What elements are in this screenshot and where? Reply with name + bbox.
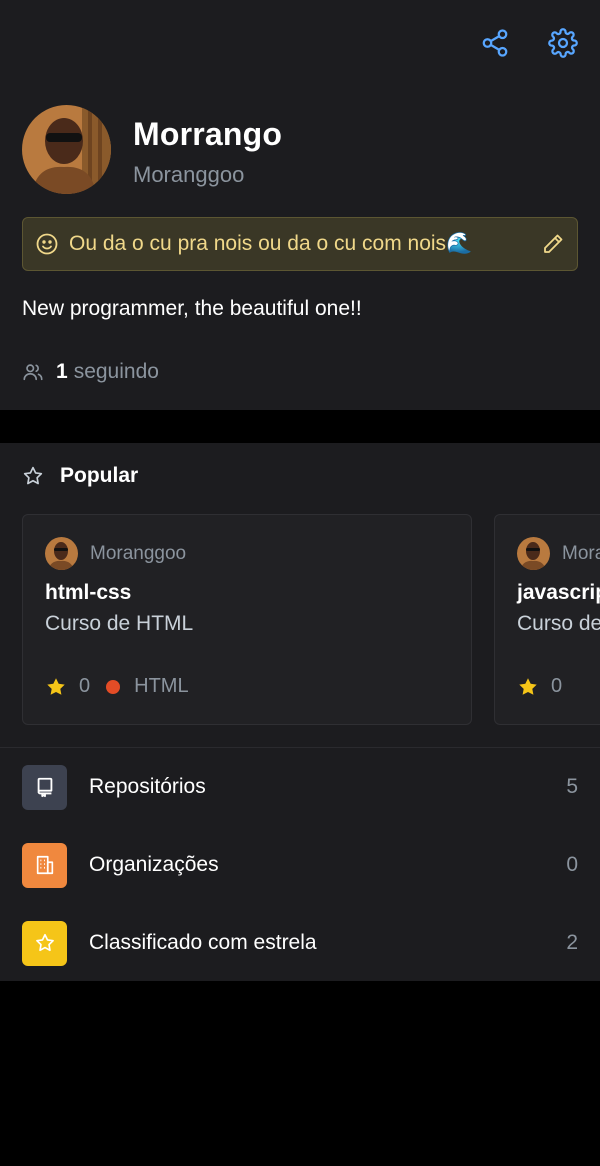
- menu-icon-box: [22, 764, 67, 810]
- share-button[interactable]: [478, 26, 512, 60]
- repo-name: html-css: [45, 581, 132, 604]
- owner-name: Moranggoo: [90, 542, 187, 564]
- repo-card[interactable]: Moranggoo html-css Curso de HTML 0 HTML: [22, 514, 472, 725]
- repo-icon: [37, 777, 52, 798]
- people-icon: [23, 364, 43, 381]
- repo-description: Curso de HTML: [45, 612, 194, 635]
- language-dot: [106, 679, 121, 694]
- star-filled-icon: [47, 677, 65, 695]
- menu-label: Classificado com estrela: [89, 931, 317, 954]
- avatar-image: [22, 105, 111, 194]
- top-actions: [478, 26, 580, 60]
- profile-login: Moranggoo: [133, 162, 245, 187]
- repo-meta: 0 HTML: [45, 675, 189, 698]
- repo-meta: 0: [517, 675, 578, 698]
- profile-header: Morrango Moranggoo Ou da o cu pra nois o…: [0, 0, 600, 410]
- share-icon: [482, 29, 508, 57]
- star-outline-icon: [23, 466, 43, 485]
- menu-item-repositories[interactable]: Repositórios 5: [0, 748, 600, 826]
- repo-description: Curso de JavaScript: [517, 612, 600, 635]
- following-count: 1: [56, 360, 68, 383]
- following-link[interactable]: 1 seguindo: [22, 360, 159, 384]
- repo-card[interactable]: Moranggoo javascript Curso de JavaScript…: [494, 514, 600, 725]
- menu-count: 0: [566, 853, 578, 876]
- popular-section: Popular Moranggoo html-css Curso de HTML…: [0, 443, 600, 981]
- star-count: 0: [551, 675, 563, 697]
- repo-owner: Moranggoo: [45, 537, 186, 570]
- language-label: HTML: [134, 675, 189, 697]
- repo-owner: Moranggoo: [517, 537, 600, 570]
- smiley-icon: [36, 233, 58, 255]
- menu-count: 2: [566, 931, 578, 954]
- profile-avatar[interactable]: [22, 105, 111, 194]
- status-box[interactable]: Ou da o cu pra nois ou da o cu com nois🌊: [22, 217, 578, 271]
- pencil-icon[interactable]: [541, 232, 565, 256]
- menu-item-starred[interactable]: Classificado com estrela 2: [0, 904, 600, 981]
- menu-item-organizations[interactable]: Organizações 0: [0, 826, 600, 904]
- star-count: 0: [79, 675, 91, 697]
- menu-label: Organizações: [89, 853, 219, 876]
- profile-bio: New programmer, the beautiful one!!: [22, 297, 362, 320]
- star-icon: [35, 933, 54, 952]
- settings-button[interactable]: [546, 26, 580, 60]
- organization-icon: [36, 855, 53, 875]
- owner-avatar: [45, 537, 78, 570]
- gear-icon: [548, 28, 578, 58]
- following-label: seguindo: [73, 360, 159, 383]
- popular-header: Popular: [22, 464, 138, 488]
- profile-name: Morrango: [133, 116, 283, 152]
- repo-name: javascript: [517, 581, 600, 604]
- star-filled-icon: [519, 677, 537, 695]
- status-text: Ou da o cu pra nois ou da o cu com nois🌊: [69, 232, 473, 255]
- menu-icon-box: [22, 920, 67, 966]
- popular-title: Popular: [60, 464, 139, 487]
- menu-icon-box: [22, 842, 67, 888]
- owner-name: Moranggoo: [562, 542, 600, 564]
- owner-avatar: [517, 537, 550, 570]
- menu-label: Repositórios: [89, 775, 206, 798]
- menu-count: 5: [566, 775, 578, 798]
